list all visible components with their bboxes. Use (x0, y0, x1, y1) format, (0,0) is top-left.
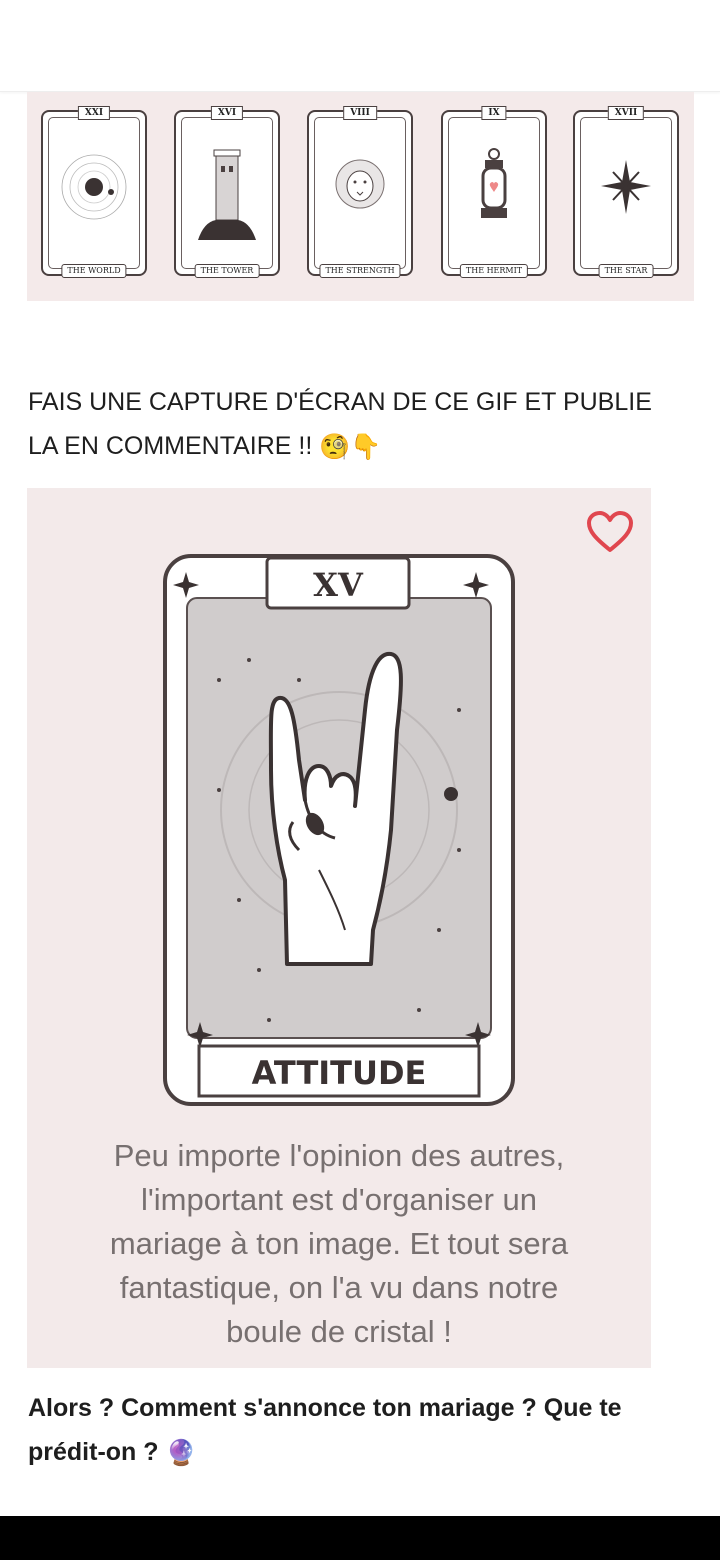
lantern-icon (481, 148, 507, 218)
card-name: THE WORLD (61, 264, 127, 278)
monocle-pointing-down-emoji: 🧐👇 (319, 433, 382, 462)
heart-icon[interactable] (585, 510, 635, 556)
tarot-card-hermit: IX THE HERMIT (441, 106, 547, 278)
card-number: VIII (343, 106, 377, 120)
card-name: THE TOWER (194, 264, 260, 278)
card-number: XVII (607, 106, 645, 120)
card-number: XVI (210, 106, 244, 120)
post-question-text: Alors ? Comment s'annonce ton mariage ? … (28, 1394, 622, 1466)
card-title: ATTITUDE (252, 1054, 427, 1092)
gif-message-line: Peu importe l'opinion des autres, (113, 1138, 565, 1173)
attitude-tarot-card: XV ATTITUDE (163, 554, 515, 1106)
card-name: THE STAR (598, 264, 654, 278)
card-name: THE STRENGTH (319, 264, 401, 278)
gif-message-line: boule de cristal ! (226, 1314, 452, 1349)
card-name: THE HERMIT (459, 264, 529, 278)
crystal-ball-emoji: 🔮 (165, 1439, 197, 1468)
tarot-card-star: XVII THE STAR (573, 106, 679, 278)
post-question: Alors ? Comment s'annonce ton mariage ? … (28, 1386, 688, 1475)
lion-icon (335, 159, 385, 209)
gif-panel[interactable]: XV ATTITUDE Peu importe l'opinion des au… (27, 488, 651, 1368)
gif-message-line: l'important est d'organiser un (140, 1182, 538, 1217)
system-navigation-bar (0, 1516, 720, 1560)
tower-icon (198, 149, 256, 240)
post-heading: FAIS UNE CAPTURE D'ÉCRAN DE CE GIF ET PU… (28, 380, 688, 469)
top-app-bar (0, 0, 720, 92)
card-number: XXI (77, 106, 111, 120)
tarot-card-strength: VIII THE STRENGTH (307, 106, 413, 278)
gif-message-line: mariage à ton image. Et tout sera (109, 1226, 569, 1261)
star-icon (601, 160, 651, 214)
card-number: XV (313, 566, 364, 604)
tarot-cards-image: XXI THE WORLD XVI THE TOWER VIII THE STR… (27, 92, 694, 301)
tarot-card-tower: XVI THE TOWER (174, 106, 280, 278)
gif-message: Peu importe l'opinion des autres, l'impo… (47, 1134, 631, 1354)
gif-message-line: fantastique, on l'a vu dans notre (119, 1270, 559, 1305)
tarot-card-world: XXI THE WORLD (41, 106, 147, 278)
card-number: IX (481, 106, 507, 120)
planet-icon (61, 154, 127, 220)
